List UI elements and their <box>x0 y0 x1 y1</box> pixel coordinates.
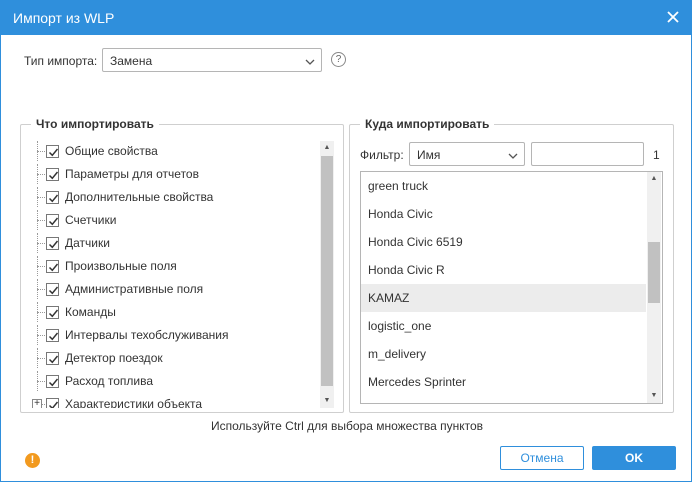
list-item[interactable]: Mercedes Sprinter <box>361 368 646 396</box>
checkbox[interactable] <box>46 306 59 319</box>
scroll-up-icon[interactable]: ▲ <box>320 141 334 155</box>
tree-item[interactable]: Счетчики <box>27 210 327 230</box>
tree-item[interactable]: Расход топлива <box>27 371 327 391</box>
filter-field-select[interactable]: Имя <box>409 142 525 166</box>
title-bar: Импорт из WLP <box>1 1 691 35</box>
warning-icon[interactable]: ! <box>25 453 40 468</box>
list-item[interactable]: Honda Civic <box>361 200 646 228</box>
help-icon[interactable]: ? <box>331 52 346 67</box>
tree-item[interactable]: Дополнительные свойства <box>27 187 327 207</box>
object-name: Honda Civic R <box>368 263 445 277</box>
tree-item-label: Команды <box>65 305 116 319</box>
tree-line <box>37 151 45 152</box>
what-to-import-legend: Что импортировать <box>31 117 159 131</box>
tree-item[interactable]: Административные поля <box>27 279 327 299</box>
close-icon[interactable] <box>665 9 681 25</box>
tree-item-label: Характеристики объекта <box>65 397 203 408</box>
list-item[interactable]: Honda Civic R <box>361 256 646 284</box>
objects-scrollbar[interactable]: ▲ ▼ <box>647 172 661 403</box>
import-type-select[interactable]: Замена <box>102 48 322 72</box>
tree-line <box>37 220 45 221</box>
import-items-tree: Общие свойства Параметры для отчетов Допол… <box>27 141 335 408</box>
tree-item-label: Параметры для отчетов <box>65 167 199 181</box>
tree-item[interactable]: Интервалы техобслуживания <box>27 325 327 345</box>
cancel-button[interactable]: Отмена <box>500 446 584 470</box>
object-name: KAMAZ <box>368 291 410 305</box>
object-name: Mercedes Sprinter <box>368 375 467 389</box>
ctrl-hint: Используйте Ctrl для выбора множества пу… <box>210 419 484 433</box>
tree-item-label: Детектор поездок <box>65 351 163 365</box>
tree-item[interactable]: Произвольные поля <box>27 256 327 276</box>
tree-scrollbar-thumb[interactable] <box>321 156 333 386</box>
import-type-value: Замена <box>110 54 153 68</box>
scroll-up-icon[interactable]: ▲ <box>647 172 661 186</box>
object-name: Honda Civic <box>368 207 433 221</box>
tree-item[interactable]: Детектор поездок <box>27 348 327 368</box>
ok-button[interactable]: OK <box>592 446 676 470</box>
list-item[interactable]: Honda Civic 6519 <box>361 228 646 256</box>
chevron-down-icon <box>508 150 518 160</box>
tree-line <box>37 197 45 198</box>
tree-line <box>37 358 45 359</box>
checkbox[interactable] <box>46 375 59 388</box>
tree-line <box>37 243 45 244</box>
expand-icon[interactable]: + <box>32 399 42 408</box>
objects-scrollbar-thumb[interactable] <box>648 242 660 303</box>
checkbox[interactable] <box>46 145 59 158</box>
list-item[interactable]: m_delivery <box>361 340 646 368</box>
filter-field-value: Имя <box>417 148 441 162</box>
import-dialog: Импорт из WLP Тип импорта: Замена ? Что … <box>0 0 692 482</box>
checkbox[interactable] <box>46 168 59 181</box>
filter-input[interactable] <box>531 142 644 166</box>
tree-item[interactable]: Датчики <box>27 233 327 253</box>
list-item[interactable]: green truck <box>361 172 646 200</box>
chevron-down-icon <box>305 56 315 66</box>
objects-list: green truck Honda Civic Honda Civic 6519 Ho… <box>360 171 663 404</box>
result-count: 1 <box>653 148 660 162</box>
object-name: m_delivery <box>368 347 427 361</box>
tree-item-label: Интервалы техобслуживания <box>65 328 229 342</box>
tree-item[interactable]: Общие свойства <box>27 141 327 161</box>
tree-item-label: Произвольные поля <box>65 259 177 273</box>
tree-item[interactable]: Команды <box>27 302 327 322</box>
tree-line <box>42 404 45 405</box>
list-item[interactable]: KAMAZ <box>361 284 646 312</box>
tree-item-label: Счетчики <box>65 213 117 227</box>
list-item[interactable]: logistic_one <box>361 312 646 340</box>
tree-scrollbar[interactable]: ▲ ▼ <box>320 141 334 408</box>
where-to-import-legend: Куда импортировать <box>360 117 495 131</box>
tree-line <box>37 312 45 313</box>
tree-item-label: Административные поля <box>65 282 204 296</box>
import-type-label: Тип импорта: <box>24 54 98 68</box>
tree-item-label: Общие свойства <box>65 144 158 158</box>
tree-line <box>37 174 45 175</box>
checkbox[interactable] <box>46 352 59 365</box>
checkbox[interactable] <box>46 214 59 227</box>
checkbox[interactable] <box>46 237 59 250</box>
tree-item-label: Расход топлива <box>65 374 154 388</box>
scroll-down-icon[interactable]: ▼ <box>320 394 334 408</box>
tree-item-label: Дополнительные свойства <box>65 190 214 204</box>
filter-label: Фильтр: <box>360 148 404 162</box>
checkbox[interactable] <box>46 329 59 342</box>
checkbox[interactable] <box>46 398 59 408</box>
checkbox[interactable] <box>46 191 59 204</box>
object-name: logistic_one <box>368 319 432 333</box>
scroll-down-icon[interactable]: ▼ <box>647 389 661 403</box>
tree-item[interactable]: Параметры для отчетов <box>27 164 327 184</box>
checkbox[interactable] <box>46 260 59 273</box>
tree-line <box>37 335 45 336</box>
tree-item-label: Датчики <box>65 236 110 250</box>
tree-item[interactable]: + Характеристики объекта <box>27 394 327 408</box>
object-name: Honda Civic 6519 <box>368 235 463 249</box>
dialog-title: Импорт из WLP <box>13 10 115 26</box>
tree-line <box>37 381 45 382</box>
checkbox[interactable] <box>46 283 59 296</box>
tree-line <box>37 266 45 267</box>
tree-line <box>37 289 45 290</box>
object-name: green truck <box>368 179 429 193</box>
